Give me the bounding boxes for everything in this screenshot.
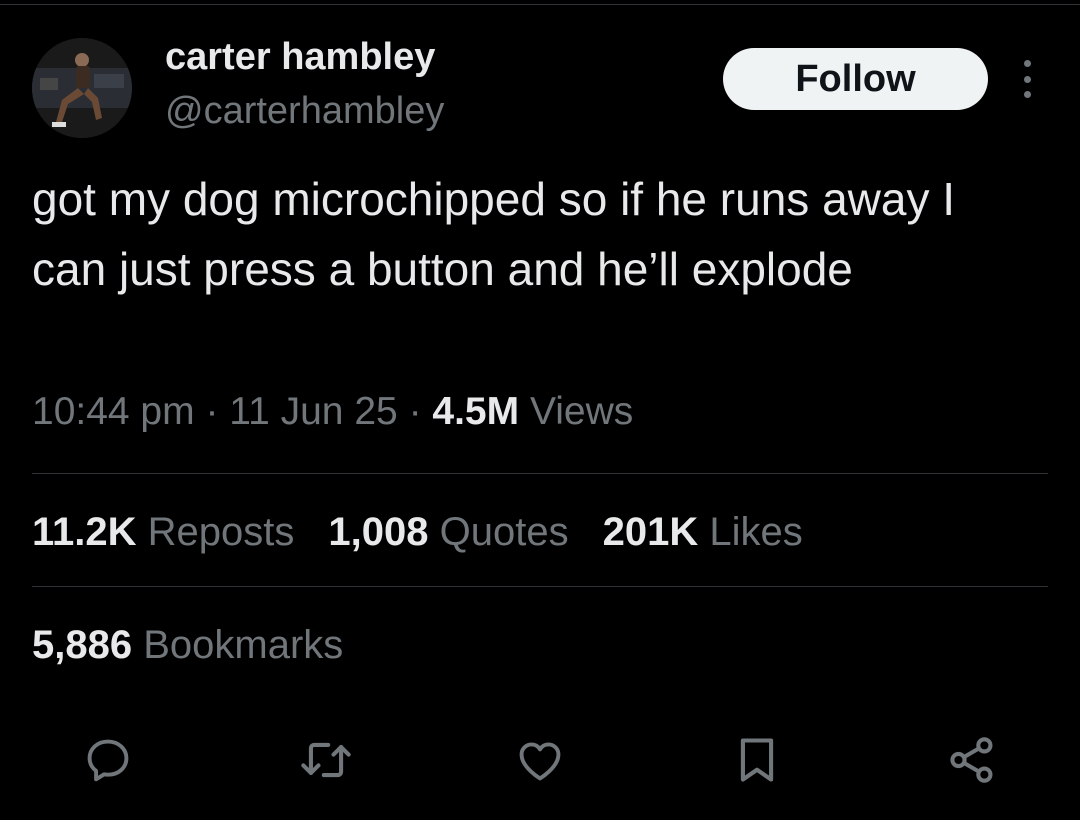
reposts-count: 11.2K (32, 510, 137, 554)
quotes-stat[interactable]: 1,008 Quotes (328, 510, 568, 555)
profile-photo-icon (32, 38, 132, 138)
likes-stat[interactable]: 201K Likes (603, 510, 803, 555)
reposts-label: Reposts (147, 510, 295, 554)
bookmarks-stat[interactable]: 5,886 Bookmarks (32, 623, 343, 668)
avatar[interactable] (32, 38, 132, 138)
author-display-name[interactable]: carter hambley (165, 36, 435, 79)
engagement-stats: 11.2K Reposts 1,008 Quotes 201K Likes (32, 510, 803, 555)
dot (1023, 60, 1031, 67)
quotes-label: Quotes (439, 510, 569, 554)
views-label: Views (529, 390, 634, 433)
dot (1023, 91, 1031, 98)
tweet-date[interactable]: 11 Jun 25 (229, 390, 397, 433)
separator: · (205, 390, 219, 433)
action-bar (0, 728, 1080, 798)
reply-icon[interactable] (76, 728, 140, 792)
bookmark-stats: 5,886 Bookmarks (32, 623, 343, 668)
tweet-meta: 10:44 pm · 11 Jun 25 · 4.5M Views (32, 390, 633, 434)
likes-label: Likes (709, 510, 803, 554)
like-icon[interactable] (508, 728, 572, 792)
likes-count: 201K (602, 510, 699, 554)
quotes-count: 1,008 (328, 510, 429, 554)
bookmarks-count: 5,886 (32, 623, 133, 667)
top-divider (0, 4, 1080, 5)
share-icon[interactable] (940, 728, 1004, 792)
follow-button[interactable]: Follow (723, 48, 988, 110)
divider (32, 586, 1048, 587)
more-vertical-icon[interactable] (1012, 56, 1042, 102)
author-handle[interactable]: @carterhambley (165, 90, 444, 133)
reposts-stat[interactable]: 11.2K Reposts (32, 510, 294, 555)
divider (32, 473, 1048, 474)
bookmark-icon[interactable] (725, 728, 789, 792)
dot (1023, 75, 1031, 83)
separator: · (408, 390, 422, 433)
tweet-text: got my dog microchipped so if he runs aw… (32, 173, 956, 295)
tweet-time[interactable]: 10:44 pm (32, 390, 195, 433)
views-count: 4.5M (432, 390, 520, 433)
repost-icon[interactable] (294, 728, 358, 792)
bookmarks-label: Bookmarks (143, 623, 344, 667)
